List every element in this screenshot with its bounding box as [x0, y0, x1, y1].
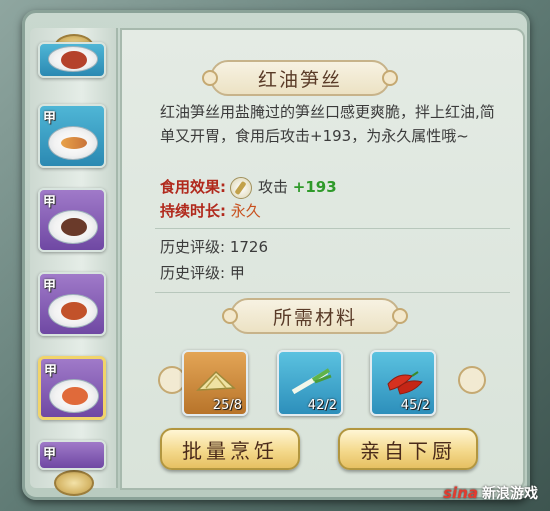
materials-title-banner: 所需材料: [222, 298, 408, 334]
divider: [155, 228, 510, 229]
material-slot-scallion[interactable]: 42/2: [277, 350, 343, 416]
material-count: 42/2: [307, 398, 337, 413]
tab-grade: 甲: [43, 111, 57, 126]
cook-self-label: 亲自下厨: [360, 438, 456, 463]
material-slot-bamboo-shoot[interactable]: 25/8: [182, 350, 248, 416]
dish-icon: [48, 294, 98, 328]
decor-swirl-icon: [458, 366, 486, 394]
recipe-tab-3[interactable]: 甲: [38, 188, 106, 252]
effect-stat: 攻击: [258, 178, 289, 196]
duration-row: 持续时长: 永久: [160, 200, 261, 222]
dish-icon: [49, 379, 99, 413]
tab-grade: 甲: [44, 364, 58, 379]
effect-value: +193: [292, 178, 337, 196]
recipe-tab-6[interactable]: 甲: [38, 440, 106, 470]
history-label: 历史评级:: [160, 238, 226, 256]
material-count: 25/8: [212, 398, 242, 413]
attack-icon: [230, 176, 252, 199]
recipe-description: 红油笋丝用盐腌过的笋丝口感更爽脆，拌上红油,简单又开胃，食用后攻击+193，为永…: [160, 103, 495, 145]
tab-grade: 甲: [43, 195, 57, 210]
dish-icon: [48, 46, 98, 72]
history-value: 甲: [229, 264, 245, 282]
fish-dish-icon: [48, 126, 98, 160]
recipe-page: [120, 28, 525, 490]
material-count: 45/2: [400, 398, 430, 413]
recipe-tab-2[interactable]: 甲: [38, 104, 106, 168]
history-row-1: 历史评级: 1726: [160, 236, 268, 258]
batch-cook-label: 批量烹饪: [182, 438, 278, 463]
duration-label: 持续时长:: [160, 202, 226, 220]
scallion-icon: [291, 368, 332, 395]
materials-title: 所需材料: [272, 306, 357, 329]
recipe-tab-4[interactable]: 甲: [38, 272, 106, 336]
tab-grade: 甲: [43, 279, 57, 294]
duration-value: 永久: [230, 202, 261, 220]
history-row-2: 历史评级: 甲: [160, 262, 245, 284]
tab-grade: 甲: [43, 447, 57, 462]
material-slot-chili[interactable]: 45/2: [370, 350, 436, 416]
effect-label: 食用效果:: [160, 178, 226, 196]
cook-self-button[interactable]: 亲自下厨: [338, 428, 478, 470]
dish-icon: [48, 210, 98, 244]
history-label: 历史评级:: [160, 264, 226, 282]
watermark: sina 新浪游戏: [443, 483, 538, 503]
batch-cook-button[interactable]: 批量烹饪: [160, 428, 300, 470]
scroll-down-knob-icon[interactable]: [54, 470, 94, 496]
divider: [155, 292, 510, 293]
chili-pepper-icon: [387, 371, 423, 395]
effect-row: 食用效果: 攻击 +193: [160, 176, 337, 199]
watermark-text: 新浪游戏: [482, 486, 538, 502]
recipe-tab-5-selected[interactable]: 甲: [38, 356, 106, 420]
recipe-title-banner: 红油笋丝: [202, 60, 398, 96]
sina-logo: sina: [443, 484, 478, 502]
recipe-tab-1[interactable]: [38, 42, 106, 78]
bamboo-shoot-icon: [196, 370, 236, 391]
history-value: 1726: [229, 238, 269, 256]
recipe-title: 红油笋丝: [257, 68, 342, 91]
